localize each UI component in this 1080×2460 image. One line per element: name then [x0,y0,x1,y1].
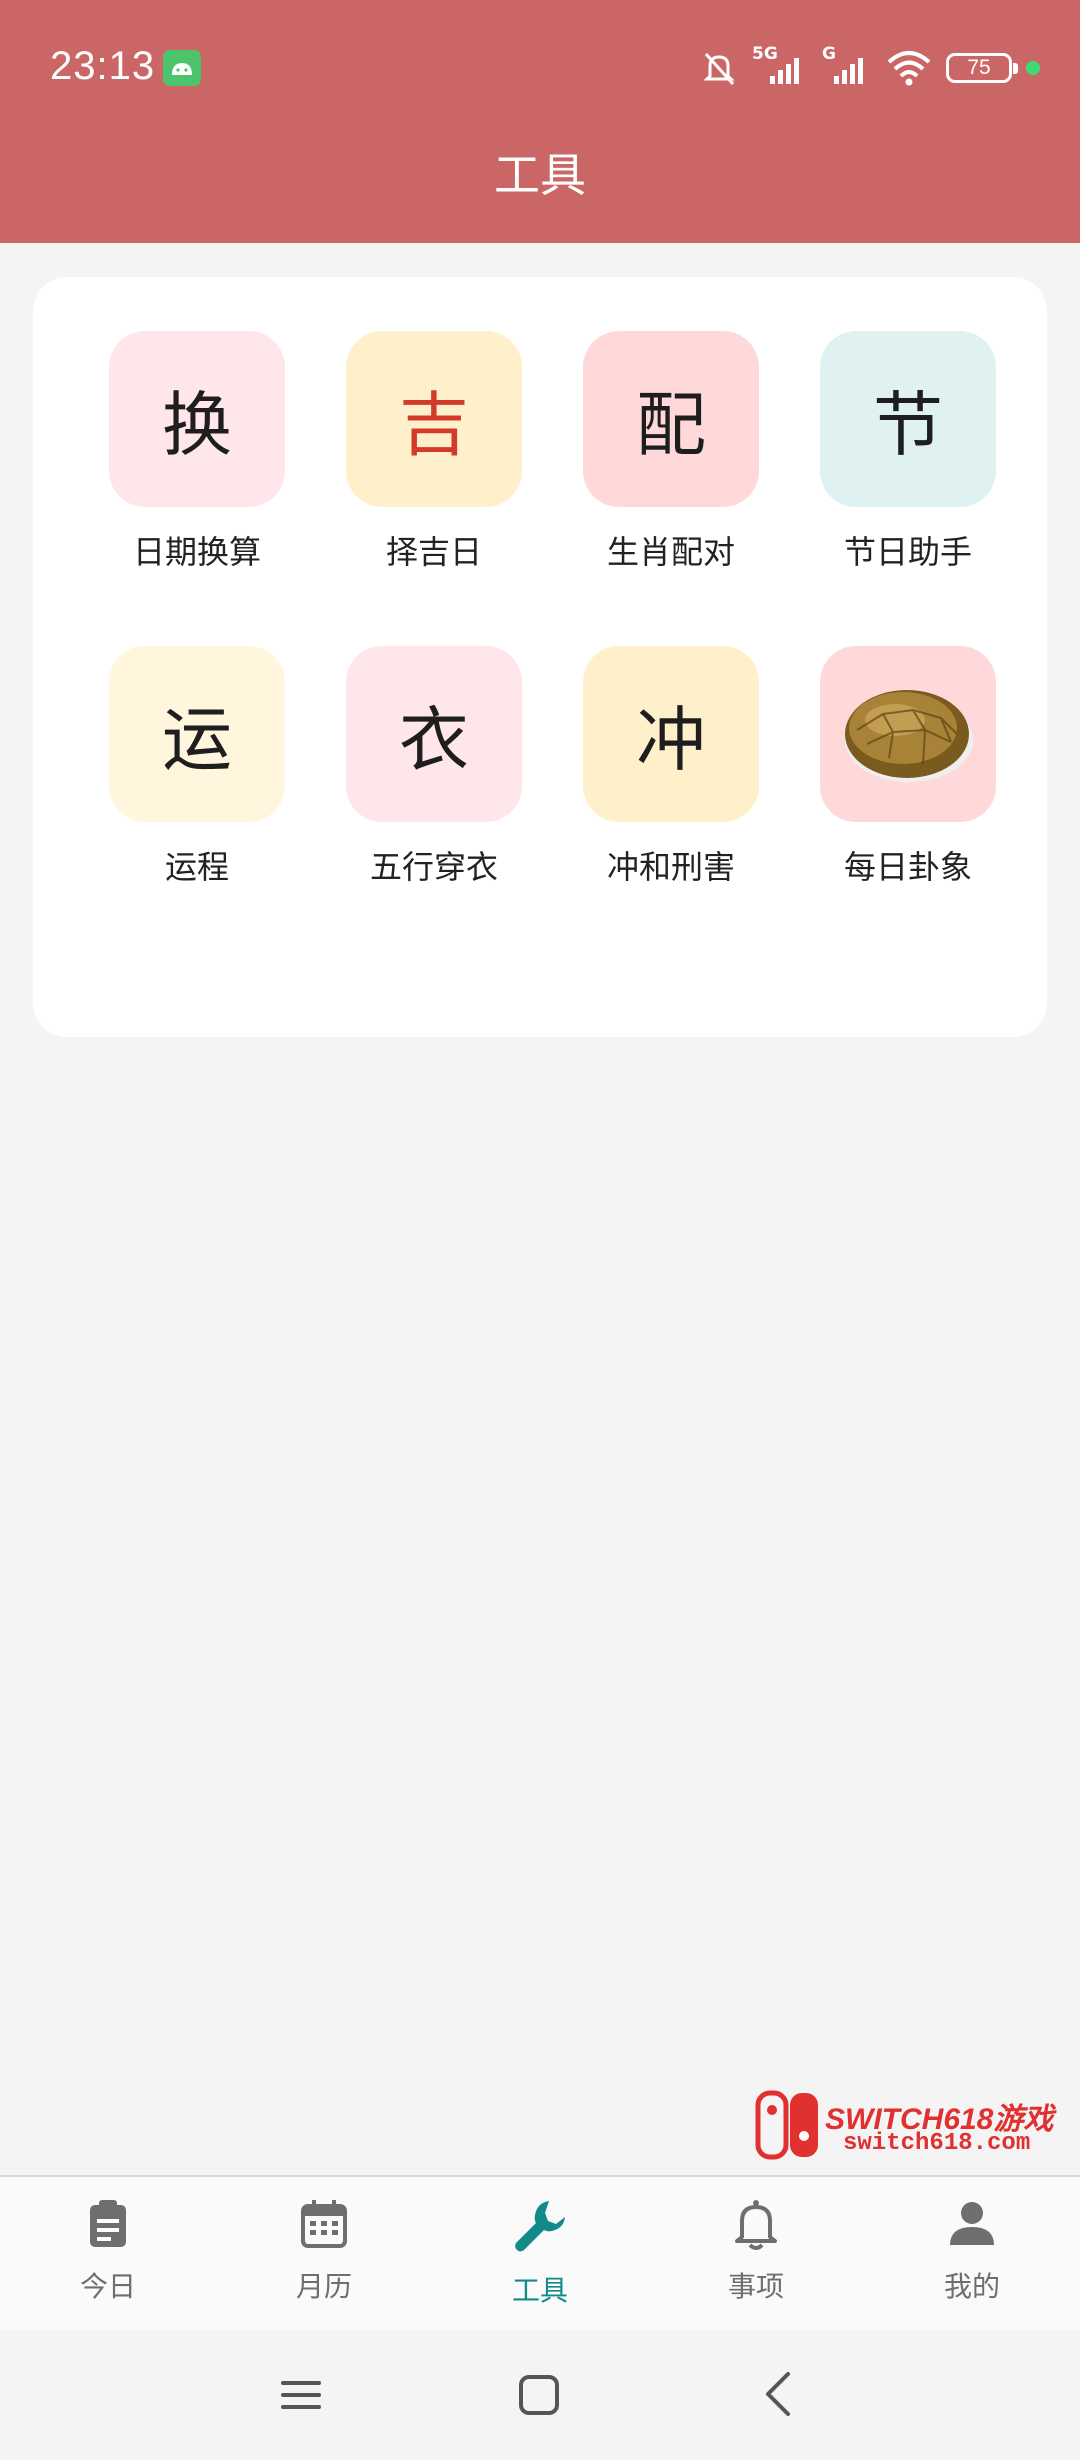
nav-label: 事项 [727,2270,784,2303]
tools-card: 换 日期换算 吉 择吉日 配 生肖配对 节 节日助手 运 运程 衣 五行穿衣 冲… [33,277,1047,1037]
zodiac-match-icon: 配 [583,331,759,507]
watermark-url: switch618.com [843,2130,1031,2157]
switch-logo-icon [755,2090,818,2160]
page-title: 工具 [0,135,1080,243]
five-elements-dress-icon: 衣 [346,646,522,822]
turtle-shell-icon [820,646,996,822]
auspicious-day-icon: 吉 [346,331,522,507]
tool-label: 五行穿衣 [369,848,498,886]
clipboard-icon [90,2200,126,2247]
tool-label: 冲和刑害 [606,848,735,886]
bell-icon [735,2200,777,2250]
nav-label: 月历 [295,2270,352,2303]
status-time: 23:13 [50,44,156,88]
nav-label: 我的 [943,2270,1000,2303]
nav-profile[interactable]: 我的 [902,2197,1042,2305]
nav-events[interactable]: 事项 [686,2197,826,2305]
tool-label: 日期换算 [132,533,261,571]
tool-auspicious-day[interactable]: 吉 择吉日 [324,331,544,573]
clash-harm-icon: 冲 [583,646,759,822]
nav-label: 工具 [511,2274,568,2307]
android-app-icon [163,50,201,86]
menu-icon[interactable] [279,2375,323,2415]
tool-label: 择吉日 [385,533,482,571]
tool-fortune[interactable]: 运 运程 [87,646,307,888]
tool-label: 生肖配对 [606,533,735,571]
wrench-icon [515,2201,565,2252]
bottom-nav: 今日 月历 工具 事项 我的 [0,2175,1080,2332]
fortune-icon: 运 [109,646,285,822]
wifi-icon [887,51,931,86]
nav-label: 今日 [79,2270,136,2303]
signal-5g-icon: 5G [752,44,808,88]
nav-tools[interactable]: 工具 [470,2197,610,2309]
nav-calendar[interactable]: 月历 [254,2197,394,2305]
signal-g-icon: G [822,44,872,88]
home-icon[interactable] [517,2373,561,2417]
status-bar: 23:13 5G G 75 [0,0,1080,135]
status-icons: 5G G 75 [700,44,1040,92]
battery-level: 75 [967,56,991,79]
tool-zodiac-match[interactable]: 配 生肖配对 [561,331,781,573]
tool-holiday-helper[interactable]: 节 节日助手 [798,331,1018,573]
system-nav-bar [0,2330,1080,2460]
tool-date-convert[interactable]: 换 日期换算 [87,331,307,573]
nav-today[interactable]: 今日 [38,2197,178,2305]
tool-five-elements-dress[interactable]: 衣 五行穿衣 [324,646,544,888]
holiday-helper-icon: 节 [820,331,996,507]
mute-bell-icon [703,52,735,86]
tool-label: 每日卦象 [843,848,972,886]
calendar-icon [301,2200,347,2248]
tool-label: 节日助手 [843,533,972,571]
watermark: SWITCH618游戏 switch618.com [755,2090,1060,2162]
date-convert-icon: 换 [109,331,285,507]
tool-clash-harm[interactable]: 冲 冲和刑害 [561,646,781,888]
privacy-dot [1026,61,1040,75]
tool-label: 运程 [164,848,229,886]
tool-daily-hexagram[interactable]: 每日卦象 [798,646,1018,888]
person-icon [950,2202,994,2245]
battery-indicator: 75 [946,53,1018,83]
back-icon[interactable] [760,2370,796,2418]
